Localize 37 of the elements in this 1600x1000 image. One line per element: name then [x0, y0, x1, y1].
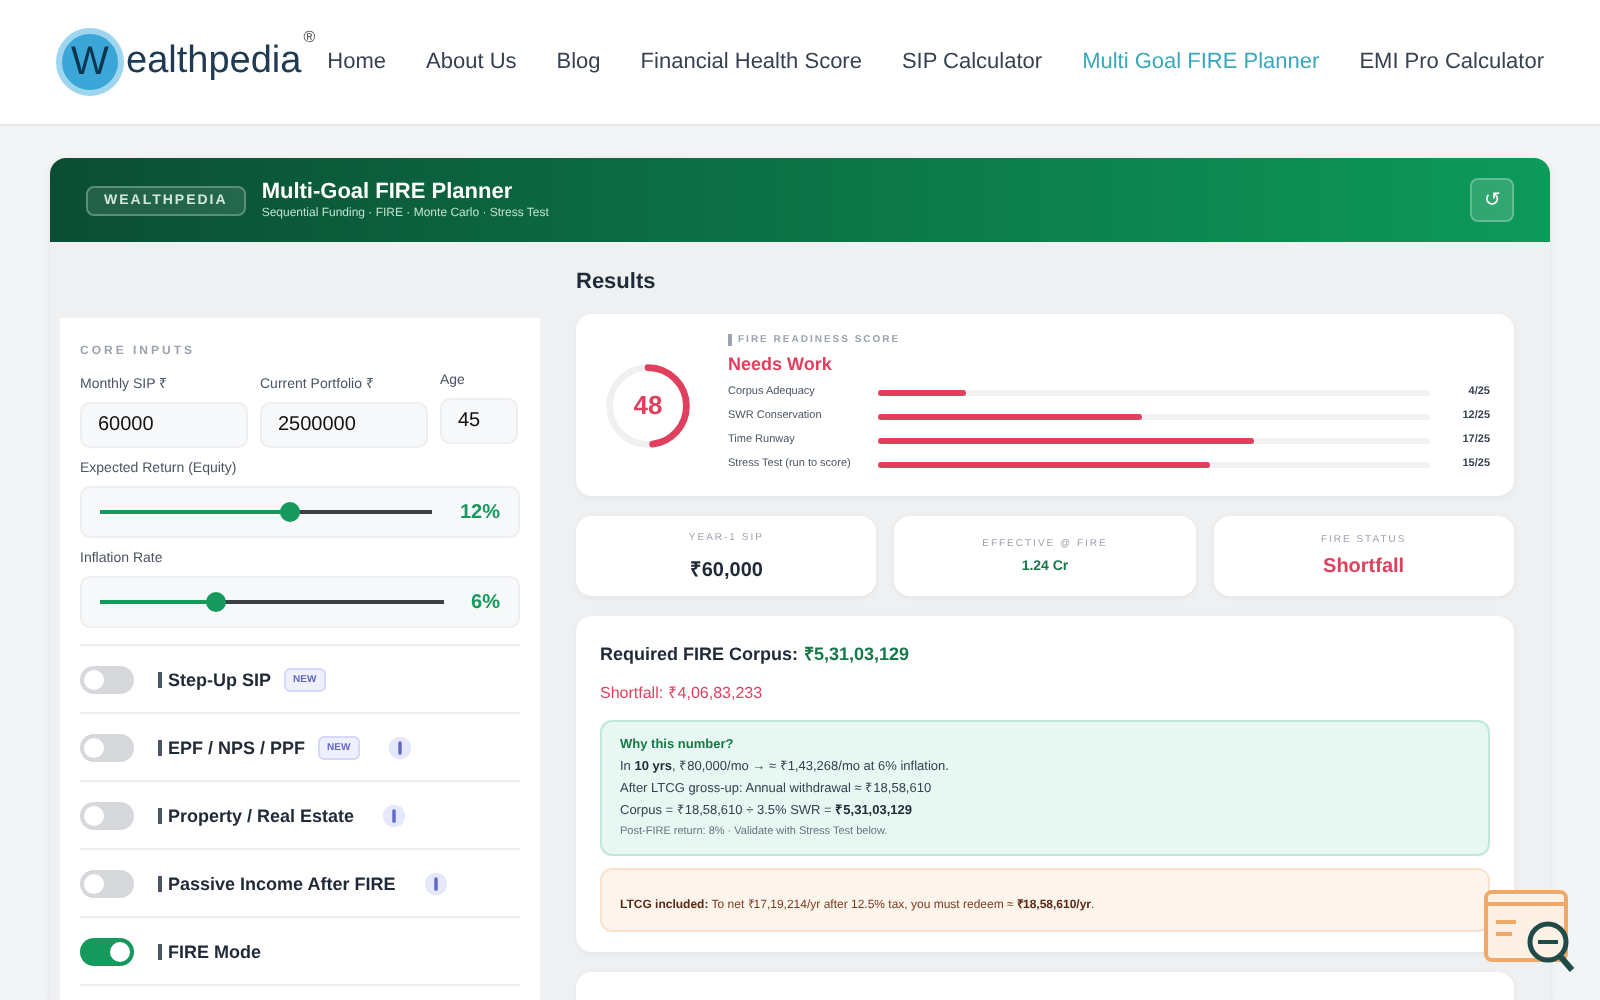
toggle-label: Property / Real Estate: [168, 805, 355, 825]
corpus-label: Required FIRE Corpus:: [600, 644, 799, 664]
nav-link[interactable]: SIP Calculator: [901, 50, 1043, 74]
number-input[interactable]: 2500000: [260, 402, 428, 448]
nav-link[interactable]: EMI Pro Calculator: [1359, 50, 1544, 74]
nav-link[interactable]: Home: [327, 50, 387, 74]
toggle-switch[interactable]: [80, 937, 134, 965]
stat-value: Shortfall: [1323, 556, 1405, 578]
info-icon[interactable]: [388, 735, 413, 759]
toggle-switch[interactable]: [80, 801, 134, 829]
number-input[interactable]: 45: [440, 398, 518, 444]
slider-value: 12%: [459, 501, 500, 523]
score-value: 48: [631, 388, 665, 424]
slider-thumb[interactable]: [206, 592, 227, 612]
shortfall-text: Shortfall: ₹4,06,83,233: [600, 682, 765, 702]
toggle-label: Step-Up SIP: [168, 669, 272, 689]
toggle-label: FIRE Mode: [168, 941, 261, 961]
info-icon[interactable]: [423, 871, 448, 895]
score-verdict: Needs Work: [728, 354, 834, 374]
nav-link[interactable]: Blog: [556, 50, 601, 74]
number-input[interactable]: 60000: [80, 402, 248, 448]
search-window-icon[interactable]: [1484, 890, 1580, 978]
results-heading: Results: [576, 270, 658, 294]
corpus-value: ₹5,31,03,129: [804, 642, 910, 666]
stat-value: ₹60,000: [689, 557, 763, 581]
toggle-label: EPF / NPS / PPF: [168, 737, 306, 757]
info-icon[interactable]: [382, 803, 407, 827]
toggle-switch[interactable]: [80, 665, 134, 693]
toggle-switch[interactable]: [80, 733, 134, 761]
nav-link[interactable]: About Us: [426, 50, 517, 74]
slider-value: 6%: [471, 591, 500, 613]
wealthpedia-logo[interactable]: W ealthpedia ®: [56, 28, 316, 96]
slider-thumb[interactable]: [279, 502, 300, 522]
toggle-switch[interactable]: [80, 869, 134, 897]
planner-title: Multi-Goal FIRE Planner: [261, 180, 515, 204]
toggle-label: Passive Income After FIRE: [168, 873, 396, 893]
nav-link[interactable]: Financial Health Score: [640, 50, 862, 74]
